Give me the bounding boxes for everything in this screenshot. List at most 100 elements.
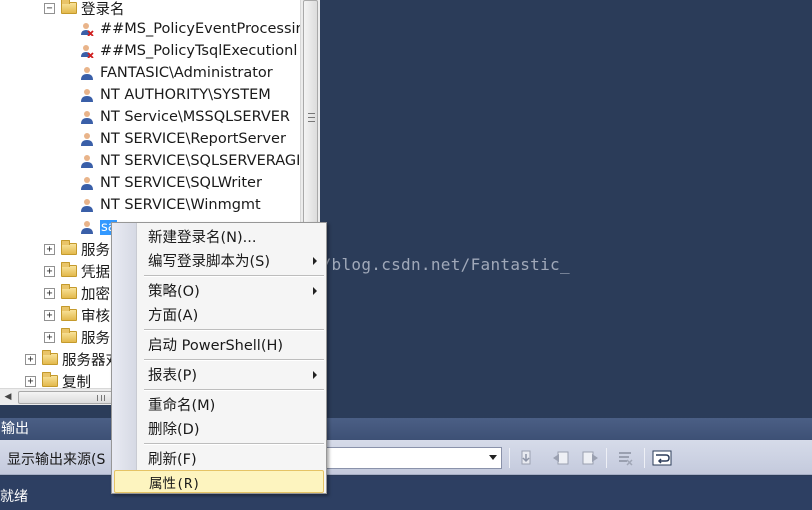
toggle-word-wrap-button[interactable] xyxy=(652,448,672,468)
login-item[interactable]: NT SERVICE\Winmgmt xyxy=(80,194,261,216)
menu-item-delete[interactable]: 删除(D) xyxy=(114,417,324,440)
tree-node-label: 登录名 xyxy=(81,1,125,18)
login-label: NT SERVICE\Winmgmt xyxy=(100,197,261,213)
tree-node-label: 服务 xyxy=(81,330,110,347)
folder-icon xyxy=(61,328,77,343)
user-disabled-icon xyxy=(81,23,94,36)
scrollbar-thumb[interactable] xyxy=(303,0,318,240)
tree-node-label: 服务 xyxy=(81,242,110,259)
login-item[interactable]: ##MS_PolicyEventProcessir xyxy=(80,18,302,40)
login-label: NT SERVICE\ReportServer xyxy=(100,131,286,147)
menu-separator xyxy=(144,389,324,391)
expand-icon[interactable]: + xyxy=(44,287,55,299)
login-label: ##MS_PolicyTsqlExecutionl xyxy=(100,43,298,59)
folder-icon xyxy=(61,262,77,277)
menu-separator xyxy=(144,359,324,361)
user-icon xyxy=(81,221,93,234)
expand-icon[interactable]: + xyxy=(25,353,36,365)
user-disabled-icon xyxy=(81,45,94,58)
menu-item-label: 编写登录脚本为(S) xyxy=(148,254,271,270)
menu-item-label: 策略(O) xyxy=(148,284,200,300)
submenu-arrow-icon xyxy=(313,257,317,265)
menu-item-properties[interactable]: 属性(R) xyxy=(114,470,324,493)
login-item[interactable]: FANTASIC\Administrator xyxy=(80,62,273,84)
goto-location-button[interactable] xyxy=(516,448,536,468)
menu-separator xyxy=(144,443,324,445)
folder-icon xyxy=(61,0,77,14)
tree-node-label: 审核 xyxy=(81,308,110,325)
menu-item-rename[interactable]: 重命名(M) xyxy=(114,393,324,416)
toolbar-separator xyxy=(509,448,510,468)
submenu-arrow-icon xyxy=(313,287,317,295)
expand-icon[interactable]: + xyxy=(44,243,55,255)
user-icon xyxy=(81,199,93,212)
menu-item-reports[interactable]: 报表(P) xyxy=(114,363,324,386)
login-item[interactable]: NT AUTHORITY\SYSTEM xyxy=(80,84,271,106)
expand-icon[interactable]: + xyxy=(44,309,55,321)
tree-node-label: 加密 xyxy=(81,286,110,303)
menu-item-label: 属性(R) xyxy=(149,475,201,492)
menu-item-label: 报表(P) xyxy=(148,368,198,384)
tree-node-folder[interactable]: + 审核 xyxy=(44,304,110,326)
output-source-select[interactable] xyxy=(322,447,502,469)
user-icon xyxy=(81,89,93,102)
menu-item-policies[interactable]: 策略(O) xyxy=(114,279,324,302)
clear-all-icon xyxy=(619,452,633,466)
user-icon xyxy=(81,67,93,80)
login-item[interactable]: ##MS_PolicyTsqlExecutionl xyxy=(80,40,297,62)
login-label: NT AUTHORITY\SYSTEM xyxy=(100,87,271,103)
collapse-icon[interactable]: − xyxy=(44,2,55,14)
folder-icon xyxy=(42,372,58,387)
previous-message-icon xyxy=(553,451,569,465)
expand-icon[interactable]: + xyxy=(44,265,55,277)
tree-node-server-objects[interactable]: + 服务器对 xyxy=(25,348,120,370)
login-label: ##MS_PolicyEventProcessir xyxy=(100,21,302,37)
clear-all-button[interactable] xyxy=(615,448,635,468)
login-item[interactable]: NT SERVICE\ReportServer xyxy=(80,128,286,150)
login-label: FANTASIC\Administrator xyxy=(100,65,273,81)
previous-message-button[interactable] xyxy=(551,448,571,468)
user-icon xyxy=(81,133,93,146)
context-menu: 新建登录名(N)... 编写登录脚本为(S) 策略(O) 方面(A) 启动 Po… xyxy=(111,222,327,494)
tree-node-label: 凭据 xyxy=(81,264,110,281)
menu-item-facets[interactable]: 方面(A) xyxy=(114,303,324,326)
menu-item-label: 新建登录名(N)... xyxy=(148,230,257,246)
menu-item-label: 刷新(F) xyxy=(148,452,197,468)
menu-item-script-login[interactable]: 编写登录脚本为(S) xyxy=(114,249,324,272)
menu-item-start-powershell[interactable]: 启动 PowerShell(H) xyxy=(114,333,324,356)
tree-node-folder[interactable]: + 加密 xyxy=(44,282,110,304)
word-wrap-icon xyxy=(652,450,672,466)
menu-item-refresh[interactable]: 刷新(F) xyxy=(114,447,324,470)
expand-icon[interactable]: + xyxy=(25,375,36,387)
toolbar-separator xyxy=(606,448,607,468)
scroll-left-icon[interactable]: ◀ xyxy=(2,391,14,403)
toolbar-separator xyxy=(644,448,645,468)
tree-node-folder[interactable]: + 服务 xyxy=(44,326,110,348)
grip-icon xyxy=(97,395,105,401)
menu-item-new-login[interactable]: 新建登录名(N)... xyxy=(114,225,324,248)
login-label: NT SERVICE\SQLSERVERAGI xyxy=(100,153,301,169)
expand-icon[interactable]: + xyxy=(44,331,55,343)
next-message-button[interactable] xyxy=(580,448,600,468)
user-icon xyxy=(81,177,93,190)
menu-item-label: 启动 PowerShell(H) xyxy=(148,338,284,354)
folder-icon xyxy=(61,306,77,321)
submenu-arrow-icon xyxy=(313,371,317,379)
chevron-down-icon[interactable] xyxy=(489,455,497,460)
folder-icon xyxy=(42,350,58,365)
status-text: 就绪 xyxy=(0,489,28,505)
next-message-icon xyxy=(582,451,598,465)
login-label: NT Service\MSSQLSERVER xyxy=(100,109,291,125)
output-source-label: 显示输出来源(S xyxy=(7,452,106,468)
login-item[interactable]: NT SERVICE\SQLWriter xyxy=(80,172,262,194)
menu-item-label: 方面(A) xyxy=(148,308,199,324)
login-item[interactable]: NT Service\MSSQLSERVER xyxy=(80,106,290,128)
tree-node-folder[interactable]: + 服务 xyxy=(44,238,110,260)
login-item[interactable]: NT SERVICE\SQLSERVERAGI xyxy=(80,150,300,172)
menu-item-label: 删除(D) xyxy=(148,422,200,438)
user-icon xyxy=(81,155,93,168)
tree-node-folder[interactable]: + 凭据 xyxy=(44,260,110,282)
tree-node-logins[interactable]: − 登录名 xyxy=(44,0,125,19)
menu-item-label: 重命名(M) xyxy=(148,398,216,414)
menu-separator xyxy=(144,275,324,277)
